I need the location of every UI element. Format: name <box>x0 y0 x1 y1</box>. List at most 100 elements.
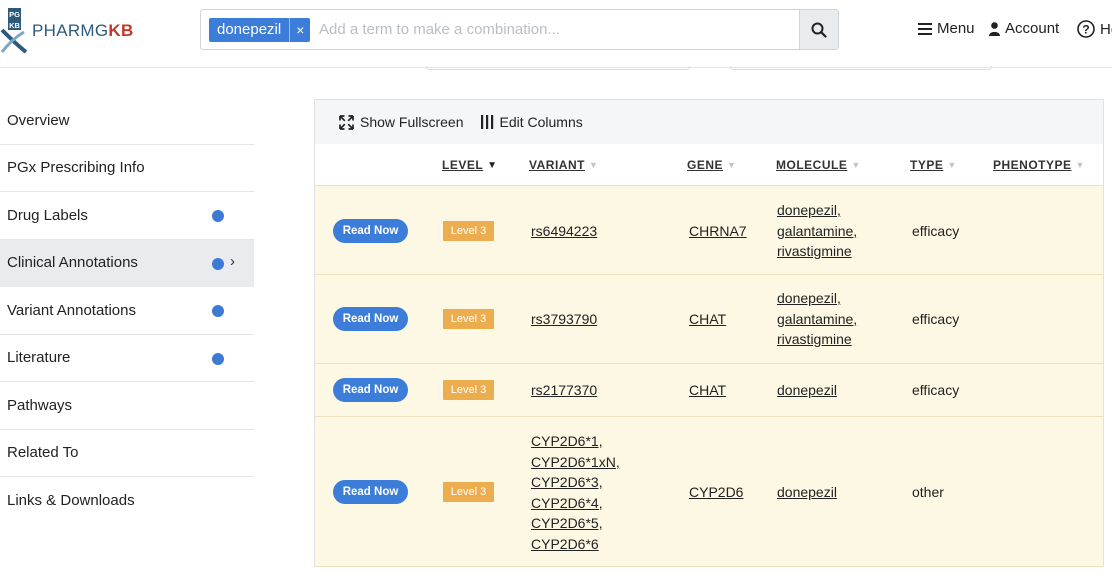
gene-link[interactable]: CHAT <box>689 309 726 330</box>
columns-icon <box>480 115 493 129</box>
sidebar-item-clinical-annotations[interactable]: Clinical Annotations › <box>0 239 254 287</box>
column-header-label: GENE <box>687 158 724 172</box>
search-input[interactable] <box>319 10 789 49</box>
show-fullscreen-button[interactable]: Show Fullscreen <box>339 114 464 130</box>
help-button[interactable]: ? He <box>1077 20 1112 38</box>
molecule-link[interactable]: donepezil, <box>777 288 857 309</box>
remove-term-button[interactable]: × <box>289 18 310 42</box>
level-badge[interactable]: Level 3 <box>443 482 494 502</box>
sidebar-item-label: Clinical Annotations <box>7 254 138 272</box>
has-data-dot-icon <box>212 352 224 365</box>
sidebar-item-literature[interactable]: Literature <box>0 335 254 382</box>
variant-link[interactable]: CYP2D6*1xN, <box>531 452 620 473</box>
sidebar-item-drug-labels[interactable]: Drug Labels <box>0 192 254 240</box>
read-now-button[interactable]: Read Now <box>333 307 408 331</box>
menu-label: Menu <box>937 20 975 37</box>
column-header-label: LEVEL <box>442 158 484 172</box>
sidebar-item-label: Overview <box>7 111 70 129</box>
gene-link[interactable]: CHAT <box>689 380 726 401</box>
level-badge[interactable]: Level 3 <box>443 380 494 400</box>
logo-wordmark: PHARMGKB <box>32 21 134 41</box>
edit-columns-button[interactable]: Edit Columns <box>480 114 583 130</box>
molecule-link[interactable]: galantamine, <box>777 221 857 242</box>
variant-cell: CYP2D6*1, CYP2D6*1xN, CYP2D6*3, CYP2D6*4… <box>531 431 620 554</box>
search-button[interactable] <box>799 10 838 49</box>
sidebar-item-overview[interactable]: Overview <box>0 97 254 145</box>
show-fullscreen-label: Show Fullscreen <box>360 114 464 130</box>
column-header-label: MOLECULE <box>776 158 848 172</box>
level-badge[interactable]: Level 3 <box>443 221 494 241</box>
sidebar-item-links-downloads[interactable]: Links & Downloads <box>0 477 254 525</box>
molecule-link[interactable]: rivastigmine <box>777 241 857 262</box>
variant-link[interactable]: CYP2D6*4, <box>531 493 620 514</box>
menu-button[interactable]: Menu <box>918 20 975 37</box>
sidebar-item-pathways[interactable]: Pathways <box>0 382 254 430</box>
sidebar-item-label: Links & Downloads <box>7 492 135 510</box>
type-cell: efficacy <box>912 311 960 327</box>
account-button[interactable]: Account <box>989 20 1059 37</box>
read-now-button[interactable]: Read Now <box>333 219 408 243</box>
column-header-gene[interactable]: GENE ▼ <box>687 158 736 172</box>
molecule-link[interactable]: donepezil, <box>777 200 857 221</box>
has-data-dot-icon <box>212 210 224 222</box>
expand-icon <box>339 114 354 130</box>
gene-link[interactable]: CHRNA7 <box>689 221 747 242</box>
logo-pharm: PHARMG <box>32 21 109 40</box>
search-term-tag: donepezil × <box>209 18 311 42</box>
column-header-type[interactable]: TYPE ▼ <box>910 158 957 172</box>
user-icon <box>989 21 1000 36</box>
table-header-row: LEVEL ▼ VARIANT ▼ GENE ▼ MOLECULE ▼ TYPE ▼ PH… <box>315 144 1103 186</box>
gene-link[interactable]: CYP2D6 <box>689 482 743 503</box>
search-term-label: donepezil <box>217 21 282 38</box>
table-row: Read Now Level 3 rs6494223 CHRNA7 donepe… <box>315 186 1103 275</box>
molecule-link[interactable]: rivastigmine <box>777 329 857 350</box>
logo-emblem-icon: PG KB <box>0 8 28 54</box>
molecule-link[interactable]: donepezil <box>777 482 837 503</box>
type-cell: efficacy <box>912 382 960 398</box>
account-label: Account <box>1005 20 1060 37</box>
level-badge[interactable]: Level 3 <box>443 309 494 329</box>
type-cell: other <box>912 484 944 500</box>
sort-down-icon: ▼ <box>487 160 498 171</box>
column-header-variant[interactable]: VARIANT ▼ <box>529 158 598 172</box>
sidebar-item-label: PGx Prescribing Info <box>7 159 145 177</box>
pharmgkb-logo[interactable]: PG KB PHARMGKB <box>0 8 133 54</box>
column-header-phenotype[interactable]: PHENOTYPE ▼ <box>993 158 1085 172</box>
table-row: Read Now Level 3 rs2177370 CHAT donepezi… <box>315 364 1103 417</box>
molecule-link[interactable]: galantamine, <box>777 309 857 330</box>
sidebar-item-related-to[interactable]: Related To <box>0 430 254 477</box>
sidebar-item-pgx-prescribing-info[interactable]: PGx Prescribing Info <box>0 145 254 192</box>
sidebar-item-label: Pathways <box>7 396 73 414</box>
help-icon: ? <box>1077 20 1095 38</box>
sort-icon: ▼ <box>727 160 737 170</box>
clinical-annotations-panel: Show Fullscreen Edit Columns LEVEL ▼ VARI… <box>314 99 1104 567</box>
logo-badge-top: PG <box>9 10 20 19</box>
hamburger-icon <box>918 22 932 35</box>
column-header-molecule[interactable]: MOLECULE ▼ <box>776 158 861 172</box>
read-now-button[interactable]: Read Now <box>333 480 408 504</box>
search-icon <box>811 22 827 38</box>
chevron-right-icon: › <box>230 252 235 270</box>
logo-kb: KB <box>108 21 134 40</box>
variant-link[interactable]: CYP2D6*6 <box>531 534 620 555</box>
variant-link[interactable]: rs6494223 <box>531 221 597 242</box>
sort-icon: ▼ <box>851 160 861 170</box>
column-header-label: TYPE <box>910 158 944 172</box>
variant-link[interactable]: CYP2D6*3, <box>531 472 620 493</box>
column-header-level[interactable]: LEVEL ▼ <box>442 158 498 172</box>
table-row: Read Now Level 3 rs3793790 CHAT donepezi… <box>315 275 1103 364</box>
read-now-button[interactable]: Read Now <box>333 378 408 402</box>
variant-link[interactable]: CYP2D6*5, <box>531 513 620 534</box>
edit-columns-label: Edit Columns <box>499 114 583 130</box>
table-row: Read Now Level 3 CYP2D6*1, CYP2D6*1xN, C… <box>315 417 1103 567</box>
variant-link[interactable]: rs2177370 <box>531 380 597 401</box>
sort-icon: ▼ <box>588 160 599 170</box>
site-header: PG KB PHARMGKB donepezil × Menu A <box>0 0 1112 68</box>
column-header-label: VARIANT <box>529 158 585 172</box>
sidebar-item-variant-annotations[interactable]: Variant Annotations <box>0 287 254 335</box>
molecule-link[interactable]: donepezil <box>777 380 837 401</box>
variant-link[interactable]: CYP2D6*1, <box>531 431 620 452</box>
variant-link[interactable]: rs3793790 <box>531 309 597 330</box>
search-bar: donepezil × <box>200 9 839 50</box>
tab-outline-left <box>426 66 690 70</box>
